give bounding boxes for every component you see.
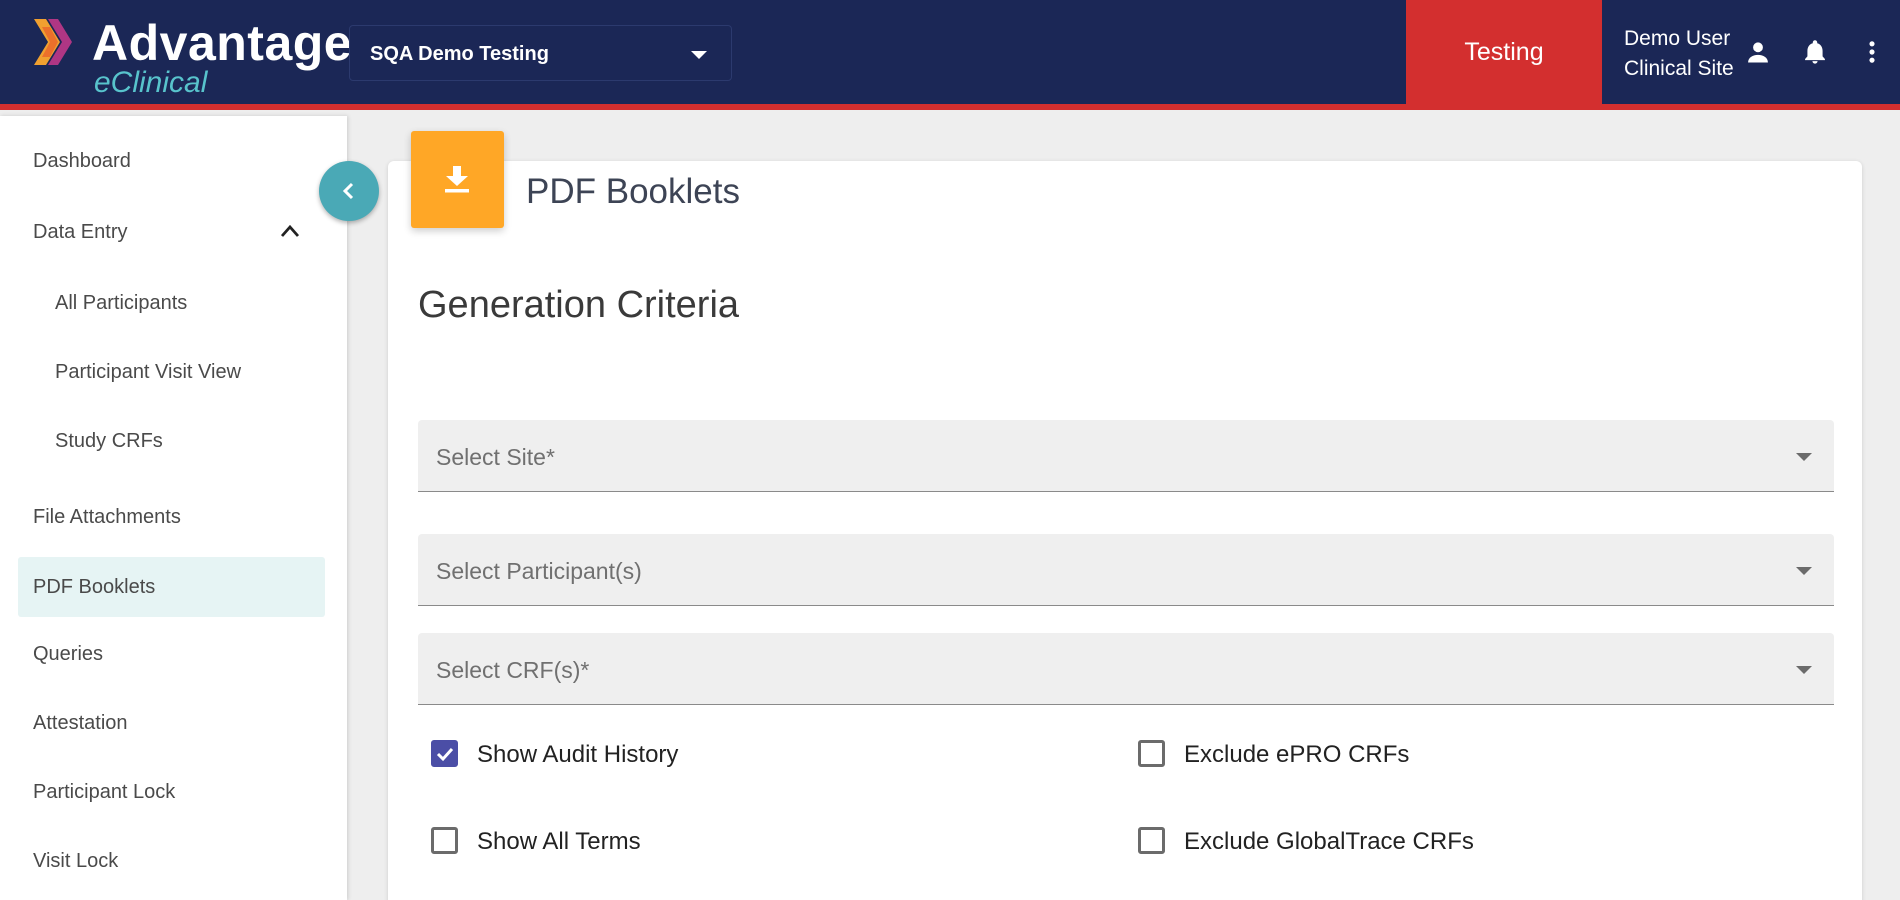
section-title: Generation Criteria — [418, 284, 740, 326]
study-select[interactable]: SQA Demo Testing — [349, 25, 732, 81]
pdf-booklets-card — [388, 161, 1862, 900]
user-name: Demo User — [1624, 27, 1731, 50]
download-icon — [445, 166, 469, 193]
user-info: Demo User Clinical Site — [1624, 24, 1736, 84]
environment-label: Testing — [1464, 38, 1544, 66]
sidebar-item-dashboard[interactable]: Dashboard — [18, 131, 325, 191]
app-logo[interactable]: Advantage eClinical — [34, 16, 352, 99]
checkbox-empty-icon[interactable] — [1138, 740, 1165, 767]
sidebar-item-label: Dashboard — [33, 150, 131, 172]
caret-down-icon — [1796, 666, 1812, 674]
sidebar-item-label: Visit Lock — [33, 850, 119, 872]
select-participants-field[interactable]: Select Participant(s) — [418, 534, 1834, 606]
show-all-terms-checkbox[interactable]: Show All Terms — [431, 821, 831, 861]
sidebar-item-label: Participant Lock — [33, 781, 176, 803]
checkmark-icon — [436, 747, 454, 762]
collapse-sidebar-button[interactable] — [319, 161, 379, 221]
sidebar-item-all-participants[interactable]: All Participants — [18, 273, 325, 333]
sidebar-item-label: PDF Booklets — [33, 576, 156, 598]
exclude-epro-crfs-checkbox[interactable]: Exclude ePRO CRFs — [1138, 734, 1538, 774]
chevron-left-icon — [342, 182, 354, 200]
sidebar-item-label: All Participants — [55, 292, 188, 314]
exclude-globaltrace-crfs-checkbox[interactable]: Exclude GlobalTrace CRFs — [1138, 821, 1538, 861]
page-title: PDF Booklets — [526, 172, 740, 211]
sidebar-item-label: File Attachments — [33, 506, 181, 528]
sidebar-item-label: Participant Visit View — [55, 361, 242, 383]
caret-down-icon — [1796, 567, 1812, 575]
select-site-placeholder: Select Site* — [436, 444, 555, 470]
logo-subtitle: eClinical — [94, 66, 208, 99]
checkbox-label: Show All Terms — [477, 828, 641, 855]
sidebar-item-study-crfs[interactable]: Study CRFs — [18, 411, 325, 471]
select-site-field[interactable]: Select Site* — [418, 420, 1834, 492]
select-participants-placeholder: Select Participant(s) — [436, 558, 642, 584]
checkbox-checked-icon[interactable] — [431, 740, 458, 767]
checkbox-label: Exclude GlobalTrace CRFs — [1184, 828, 1474, 855]
sidebar-item-label: Data Entry — [33, 221, 128, 243]
sidebar-item-data-entry[interactable]: Data Entry — [18, 202, 325, 262]
logo-title: Advantage — [92, 15, 353, 71]
chevron-up-icon[interactable] — [280, 224, 300, 238]
sidebar-item-file-attachments[interactable]: File Attachments — [18, 487, 325, 547]
app-header: Advantage eClinical SQA Demo Testing Tes… — [0, 0, 1900, 110]
select-crfs-placeholder: Select CRF(s)* — [436, 657, 590, 683]
bell-icon[interactable] — [1801, 38, 1829, 66]
sidebar-item-label: Queries — [33, 643, 104, 665]
show-audit-history-checkbox[interactable]: Show Audit History — [431, 734, 831, 774]
sidebar-item-label: Study CRFs — [55, 430, 163, 452]
checkbox-label: Exclude ePRO CRFs — [1184, 741, 1410, 768]
sidebar-item-attestation[interactable]: Attestation — [18, 693, 325, 753]
sidebar-item-label: Attestation — [33, 712, 128, 734]
sidebar-item-participant-visit-view[interactable]: Participant Visit View — [18, 342, 325, 402]
select-crfs-field[interactable]: Select CRF(s)* — [418, 633, 1834, 705]
checkbox-empty-icon[interactable] — [1138, 827, 1165, 854]
sidebar-item-pdf-booklets[interactable]: PDF Booklets — [18, 557, 325, 617]
logo-chevron-icon — [34, 19, 72, 65]
checkbox-label: Show Audit History — [477, 741, 679, 768]
study-select-value: SQA Demo Testing — [370, 43, 549, 65]
more-vert-icon[interactable] — [1858, 38, 1886, 66]
caret-down-icon — [1796, 453, 1812, 461]
download-tile — [411, 131, 504, 228]
user-icon[interactable] — [1744, 38, 1772, 66]
environment-badge: Testing — [1406, 0, 1602, 110]
user-role: Clinical Site — [1624, 57, 1734, 80]
sidebar-nav: Dashboard Data Entry All Participants Pa… — [0, 116, 347, 900]
caret-down-icon — [691, 51, 707, 59]
sidebar-item-visit-lock[interactable]: Visit Lock — [18, 831, 325, 891]
sidebar-item-queries[interactable]: Queries — [18, 624, 325, 684]
checkbox-empty-icon[interactable] — [431, 827, 458, 854]
sidebar-item-participant-lock[interactable]: Participant Lock — [18, 762, 325, 822]
